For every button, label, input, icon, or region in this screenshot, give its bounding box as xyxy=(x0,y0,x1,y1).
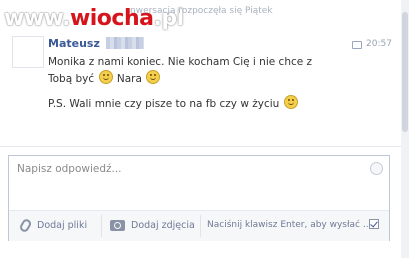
enter-to-send-label: Naciśnij klawisz Enter, aby wysłać ... xyxy=(207,220,372,230)
add-photo-button[interactable]: Dodaj zdjęcia xyxy=(131,220,195,231)
toolbar-separator xyxy=(101,215,102,237)
message-line-2-text-a: Tobą być xyxy=(48,73,95,85)
message-line-2: Tobą być Nara xyxy=(48,70,161,85)
emoji-picker-icon[interactable] xyxy=(370,162,383,175)
reply-composer: Dodaj pliki Dodaj zdjęcia Naciśnij klawi… xyxy=(8,155,390,241)
scrollbar-thumb[interactable] xyxy=(402,12,408,132)
message-line-3-text: P.S. Wali mnie czy pisze to na fb czy w … xyxy=(48,98,280,110)
watermark-prefix: www. xyxy=(4,6,70,31)
message-line-3: P.S. Wali mnie czy pisze to na fb czy w … xyxy=(48,95,299,110)
scrollbar[interactable] xyxy=(401,0,409,258)
avatar[interactable] xyxy=(12,36,44,68)
message-line-2-text-b: Nara xyxy=(116,73,142,85)
message-line-1: Monika z nami koniec. Nie kocham Cię i n… xyxy=(48,56,313,68)
chat-bubble-icon xyxy=(352,41,362,49)
smiley-icon xyxy=(98,70,113,84)
message-time: 20:57 xyxy=(366,39,392,49)
sender-name[interactable]: Mateusz xyxy=(48,37,100,50)
reply-input[interactable] xyxy=(17,163,347,203)
paperclip-icon[interactable] xyxy=(18,217,33,234)
reply-toolbar: Dodaj pliki Dodaj zdjęcia Naciśnij klawi… xyxy=(9,210,389,241)
sender-surname-blurred xyxy=(106,37,144,49)
add-files-button[interactable]: Dodaj pliki xyxy=(37,220,87,231)
smiley-icon xyxy=(146,70,161,84)
camera-icon[interactable] xyxy=(110,220,125,231)
divider xyxy=(0,146,409,147)
toolbar-separator xyxy=(200,215,201,237)
conversation-start-note: nwersacja rozpoczęła się Piątek xyxy=(130,6,273,16)
enter-to-send-checkbox[interactable] xyxy=(369,219,379,229)
smiley-icon xyxy=(283,95,298,109)
